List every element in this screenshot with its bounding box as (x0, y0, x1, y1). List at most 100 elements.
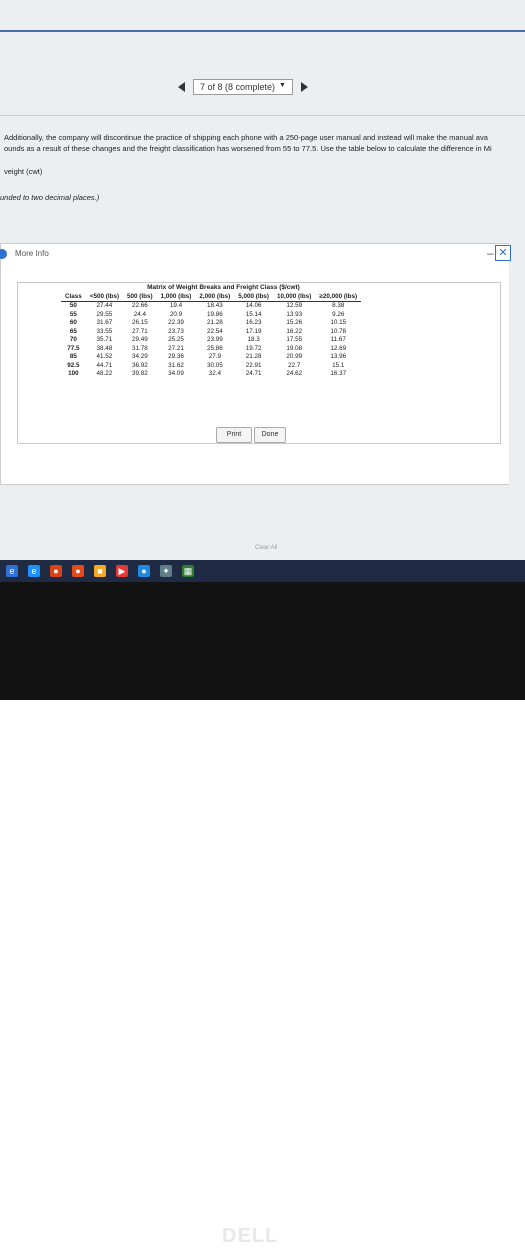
rate-cell: 10.78 (330, 327, 347, 335)
rate-cell: 44.71 (96, 361, 113, 369)
rate-cell: 23.99 (206, 336, 223, 343)
rate-cell: 16.37 (330, 370, 347, 377)
minimize-icon[interactable]: – (487, 246, 494, 260)
rate-cell: 19.4 (169, 302, 183, 309)
table-row: 85 41.52 34.29 29.36 27.9 21.28 20.99 13.96 (61, 353, 361, 362)
rate-cell: 29.55 (96, 310, 113, 318)
firefox-icon[interactable]: ● (50, 565, 62, 577)
rate-cell: 15.1 (332, 361, 345, 369)
info-dot-icon (0, 249, 7, 259)
table-row: 100 48.22 39.82 34.09 32.4 24.71 24.62 16.37 (61, 370, 361, 379)
table-row: 77.5 38.48 31.78 27.21 25.86 19.72 19.08 12.69 (61, 345, 361, 354)
rate-cell: 8.38 (332, 302, 345, 309)
rate-cell: 18.43 (206, 302, 223, 309)
media-icon[interactable]: ▶ (116, 565, 128, 577)
class-cell: 60 (69, 319, 77, 326)
header-class: Class (61, 292, 86, 302)
rate-cell: 34.29 (131, 353, 148, 360)
header-lt500: <500 (lbs) (85, 292, 124, 302)
rate-cell: 27.44 (96, 302, 113, 309)
rate-cell: 21.28 (245, 353, 262, 360)
rate-cell: 24.71 (245, 370, 262, 377)
rate-cell: 21.28 (206, 319, 223, 326)
class-cell: 85 (69, 353, 77, 360)
table-row: 55 29.55 24.4 20.9 19.86 15.14 13.93 9.26 (61, 311, 361, 320)
rate-cell: 29.36 (168, 353, 184, 360)
chrome-icon[interactable]: ● (72, 565, 84, 577)
rate-cell: 12.59 (286, 302, 303, 309)
rate-cell: 22.7 (288, 361, 301, 369)
divider (0, 115, 525, 116)
table-row: 65 33.55 27.71 23.73 22.54 17.19 16.22 10.78 (61, 328, 361, 337)
rate-cell: 33.55 (96, 327, 113, 335)
question-hint: unded to two decimal places.) (0, 193, 100, 202)
print-button[interactable]: Print (216, 427, 252, 443)
rate-cell: 22.66 (131, 302, 148, 309)
rate-cell: 31.78 (131, 344, 148, 352)
rate-cell: 23.73 (168, 327, 184, 335)
start-icon[interactable]: e (6, 565, 18, 577)
store-icon[interactable]: ● (138, 565, 150, 577)
rate-cell: 9.26 (332, 310, 345, 318)
done-button[interactable]: Done (254, 427, 286, 443)
rate-cell: 17.55 (286, 336, 303, 343)
rate-cell: 48.22 (96, 370, 113, 377)
class-cell: 70 (69, 336, 77, 343)
question-line-2: ounds as a result of these changes and t… (4, 144, 492, 153)
rate-cell: 19.72 (245, 344, 262, 352)
class-cell: 100 (68, 370, 79, 377)
top-bar (0, 30, 525, 32)
rate-cell: 16.23 (245, 319, 262, 326)
next-arrow-icon[interactable] (300, 82, 308, 92)
rate-cell: 34.09 (168, 370, 184, 377)
class-cell: 77.5 (67, 344, 80, 352)
dialog-panel: Matrix of Weight Breaks and Freight Clas… (0, 264, 509, 485)
rate-cell: 19.86 (206, 310, 223, 318)
rate-cell: 39.82 (131, 370, 148, 377)
clear-all-button[interactable]: Clear All (255, 545, 277, 551)
close-icon[interactable]: ✕ (495, 245, 511, 261)
header-500: 500 (lbs) (123, 292, 157, 302)
rate-cell: 36.92 (131, 361, 148, 369)
rate-cell: 14.06 (245, 302, 262, 309)
question-line-3: veight (cwt) (4, 167, 43, 176)
rate-cell: 22.54 (206, 327, 223, 335)
table-header-row: Class <500 (lbs) 500 (lbs) 1,000 (lbs) 2… (61, 292, 362, 302)
rate-cell: 13.93 (286, 310, 303, 318)
pager-label: 7 of 8 (8 complete) (200, 82, 276, 92)
previous-arrow-icon[interactable] (178, 82, 185, 92)
rate-cell: 10.15 (330, 319, 347, 326)
freight-matrix-table: Matrix of Weight Breaks and Freight Clas… (61, 284, 362, 379)
rate-cell: 31.67 (96, 319, 113, 326)
table-body: 50 27.44 22.66 19.4 18.43 14.06 12.59 8.38 55 29.… (61, 302, 361, 379)
rate-cell: 32.4 (208, 370, 221, 377)
rate-cell: 24.4 (133, 310, 146, 318)
table-title: Matrix of Weight Breaks and Freight Clas… (147, 284, 300, 291)
class-cell: 55 (69, 310, 77, 318)
table-row: 70 35.71 29.49 25.25 23.99 18.3 17.55 11.67 (61, 336, 361, 345)
excel-icon[interactable]: ▦ (182, 565, 194, 577)
rate-cell: 15.26 (286, 319, 303, 326)
question-pager: 7 of 8 (8 complete) ▼ (178, 78, 338, 96)
rate-cell: 15.14 (245, 310, 262, 318)
header-10000: 10,000 (lbs) (273, 292, 316, 302)
rate-cell: 41.52 (96, 353, 113, 360)
question-selector[interactable]: 7 of 8 (8 complete) ▼ (193, 79, 293, 95)
dialog-title: More Info (15, 249, 49, 258)
rate-cell: 13.96 (330, 353, 347, 360)
pin-icon[interactable]: ✦ (160, 565, 172, 577)
edge-browser-icon[interactable]: e (28, 565, 40, 577)
question-text: Additionally, the company will discontin… (4, 132, 492, 177)
rate-cell: 11.67 (330, 336, 346, 343)
dell-logo: DELL (222, 1225, 279, 1247)
rate-cell: 20.9 (169, 310, 183, 318)
class-cell: 92.5 (67, 361, 80, 369)
file-explorer-icon[interactable]: ■ (94, 565, 106, 577)
caret-down-icon: ▼ (279, 82, 286, 89)
dialog-title-bar[interactable]: More Info – ✕ (0, 243, 511, 265)
header-2000: 2,000 (lbs) (195, 292, 235, 302)
screen: 7 of 8 (8 complete) ▼ Additionally, the … (0, 0, 525, 560)
header-gte20000: ≥20,000 (lbs) (315, 292, 362, 302)
rate-cell: 25.25 (168, 336, 184, 343)
rate-cell: 38.48 (96, 344, 113, 352)
